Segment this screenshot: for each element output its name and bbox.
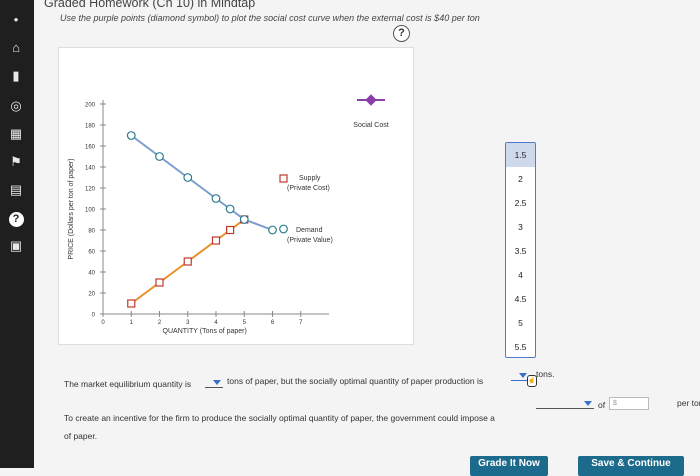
- y-tick-label: 40: [88, 271, 95, 277]
- dropdown-option[interactable]: 4: [506, 263, 535, 287]
- chart-svg[interactable]: 0 20 40 60 80 100 120 140 160 180 200 0 1 2 3 4 5 6 7 QUANT…: [59, 48, 415, 346]
- x-tick-label: 3: [186, 320, 190, 326]
- page-title: Graded Homework (Ch 10) in Mindtap: [44, 0, 256, 10]
- demand-point: [225, 204, 235, 214]
- demand-point: [268, 225, 277, 235]
- demand-point: [211, 194, 221, 203]
- demand-legend-marker: [279, 224, 288, 234]
- dropdown-option[interactable]: 1.5: [506, 143, 535, 167]
- x-tick-label: 5: [243, 320, 247, 326]
- card-icon[interactable]: ▣: [6, 236, 26, 256]
- y-tick-label: 120: [85, 187, 96, 193]
- chevron-down-icon: [519, 373, 527, 378]
- dropdown-option[interactable]: 4.5: [506, 287, 535, 311]
- demand-point: [126, 131, 136, 140]
- instruction-text: Use the purple points (diamond symbol) t…: [60, 13, 480, 23]
- supply-legend-label-1: Supply: [299, 175, 321, 182]
- gift-icon[interactable]: ▤: [6, 180, 26, 200]
- x-tick-label: 2: [158, 320, 162, 326]
- social-cost-legend-label: Social Cost: [353, 122, 388, 129]
- y-axis-label: PRICE (Dollars per ton of paper): [68, 158, 75, 259]
- series-line-1: [130, 134, 273, 231]
- dropdown-option[interactable]: 5: [506, 311, 535, 335]
- y-tick-label: 100: [85, 208, 96, 214]
- demand-point: [155, 152, 164, 161]
- compass-icon[interactable]: ◎: [6, 96, 26, 116]
- of-label: of: [598, 400, 606, 410]
- dropdown-option[interactable]: 5.5: [506, 335, 535, 359]
- demand-point: [183, 173, 193, 182]
- supply-point: [155, 278, 164, 287]
- dropdown-option[interactable]: 3.5: [506, 239, 535, 263]
- social-cost-diamond-icon: [365, 94, 377, 106]
- dot-icon[interactable]: •: [6, 10, 26, 30]
- y-tick-label: 140: [85, 166, 96, 172]
- x-tick-label: 7: [299, 320, 303, 326]
- grade-it-now-button[interactable]: Grade It Now: [470, 456, 548, 476]
- question-line1-b: tons of paper, but the socially optimal …: [227, 376, 484, 386]
- question-line1-c: tons.: [536, 369, 555, 379]
- graph-panel: 0 20 40 60 80 100 120 140 160 180 200 0 1 2 3 4 5 6 7 QUANT…: [58, 47, 414, 345]
- tax-amount-input[interactable]: $: [609, 397, 649, 410]
- y-tick-label: 0: [92, 313, 96, 319]
- hand-cursor-icon: ☝: [527, 375, 537, 387]
- y-tick-label: 160: [85, 145, 96, 151]
- supply-legend-label-2: (Private Cost): [287, 185, 330, 192]
- policy-type-dropdown[interactable]: [536, 398, 594, 409]
- demand-point: [239, 215, 249, 224]
- save-continue-button[interactable]: Save & Continue: [578, 456, 684, 476]
- question-line2-a: To create an incentive for the firm to p…: [64, 413, 495, 423]
- market-quantity-dropdown[interactable]: [205, 377, 223, 388]
- x-tick-label: 4: [214, 320, 218, 326]
- dropdown-option[interactable]: 2: [506, 167, 535, 191]
- supply-point: [183, 257, 192, 266]
- demand-legend-label-2: (Private Value): [287, 237, 333, 244]
- y-tick-label: 180: [85, 124, 96, 130]
- book-icon[interactable]: ▮: [6, 66, 26, 86]
- question-line1-a: The market equilibrium quantity is: [64, 379, 192, 389]
- help-icon[interactable]: ?: [6, 208, 26, 228]
- x-tick-label: 1: [130, 320, 134, 326]
- y-tick-label: 80: [88, 229, 95, 235]
- x-tick-label: 0: [101, 320, 105, 326]
- supply-point: [226, 225, 235, 235]
- supply-point: [211, 236, 221, 245]
- demand-legend-label-1: Demand: [296, 227, 323, 234]
- dropdown-option[interactable]: 2.5: [506, 191, 535, 215]
- x-tick-label: 6: [271, 320, 275, 326]
- y-tick-label: 60: [88, 250, 95, 256]
- y-tick-label: 20: [88, 292, 95, 298]
- quantity-dropdown-list[interactable]: 1.5 2 2.5 3 3.5 4 4.5 5 5.5: [505, 142, 536, 358]
- chevron-down-icon: [584, 401, 592, 406]
- left-sidebar: • ⌂ ▮ ◎ ▦ ⚑ ▤ ? ▣: [0, 0, 34, 468]
- dropdown-option[interactable]: 3: [506, 215, 535, 239]
- home-icon[interactable]: ⌂: [6, 38, 26, 58]
- help-button[interactable]: ?: [393, 25, 410, 42]
- graduation-icon[interactable]: ⚑: [6, 152, 26, 172]
- supply-point: [127, 299, 136, 308]
- supply-legend-marker: [279, 174, 288, 183]
- grid-icon[interactable]: ▦: [6, 124, 26, 144]
- question-line2-b: per ton: [677, 398, 700, 408]
- y-tick-label: 200: [85, 103, 96, 109]
- x-axis-label: QUANTITY (Tons of paper): [163, 328, 247, 335]
- question-line3: of paper.: [64, 431, 98, 441]
- chevron-down-icon: [213, 380, 221, 385]
